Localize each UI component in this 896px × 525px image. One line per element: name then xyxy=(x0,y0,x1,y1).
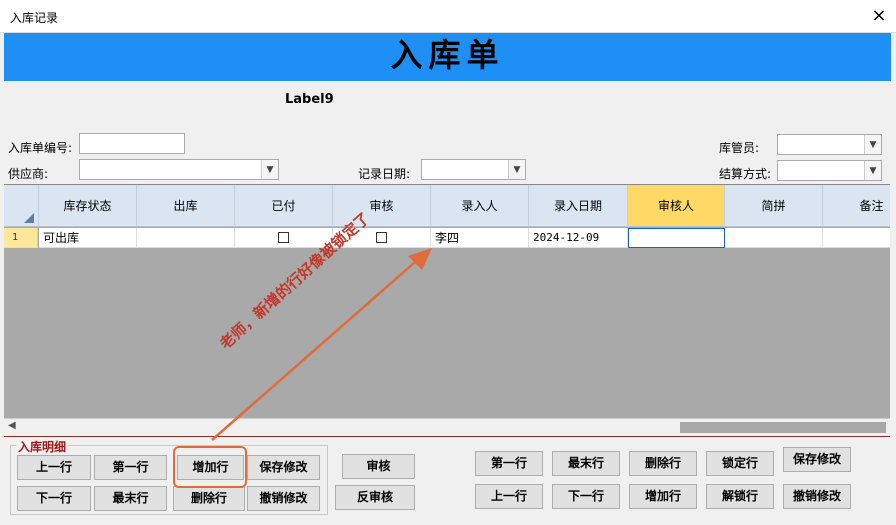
row-header[interactable]: 1 xyxy=(4,228,38,248)
horizontal-scrollbar[interactable]: ◀ xyxy=(4,418,890,436)
prev-row-button[interactable]: 上一行 xyxy=(475,484,543,509)
banner-title: 入库单 xyxy=(390,36,505,74)
cell-entered-by[interactable]: 李四 xyxy=(431,228,529,248)
title-bar: 入库记录 × xyxy=(0,0,896,33)
warehouse-keeper-label: 库管员: xyxy=(719,141,760,155)
col-header-stock-status[interactable]: 库存状态 xyxy=(39,185,137,227)
save-changes-button[interactable]: 保存修改 xyxy=(783,447,851,472)
next-row-button[interactable]: 下一行 xyxy=(552,484,620,509)
col-header-paid[interactable]: 已付 xyxy=(235,185,333,227)
annotation-highlight-box xyxy=(173,446,247,488)
supplier-combo[interactable]: ▼ xyxy=(79,159,279,180)
scroll-left-icon[interactable]: ◀ xyxy=(8,420,16,431)
first-row-button[interactable]: 第一行 xyxy=(475,451,543,476)
detail-next-button[interactable]: 下一行 xyxy=(17,486,91,511)
close-icon[interactable]: × xyxy=(866,4,892,28)
select-all-icon xyxy=(24,213,34,223)
col-header-abbrev[interactable]: 简拼 xyxy=(725,185,823,227)
record-date-combo[interactable]: ▼ xyxy=(421,159,526,180)
col-header-outbound[interactable]: 出库 xyxy=(137,185,235,227)
col-header-entry-date[interactable]: 录入日期 xyxy=(529,185,628,227)
settlement-label: 结算方式: xyxy=(719,167,772,181)
chevron-down-icon[interactable]: ▼ xyxy=(864,135,881,154)
cell-auditor[interactable] xyxy=(628,228,725,248)
divider xyxy=(4,436,890,437)
order-no-input[interactable] xyxy=(79,133,185,154)
detail-first-button[interactable]: 第一行 xyxy=(94,455,167,480)
data-grid[interactable]: 库存状态 出库 已付 审核 录入人 录入日期 审核人 简拼 备注 1 可出库 李… xyxy=(4,184,890,419)
window-title: 入库记录 xyxy=(10,11,59,25)
chevron-down-icon[interactable]: ▼ xyxy=(261,160,278,179)
cell-abbrev[interactable] xyxy=(725,228,823,248)
detail-delete-button[interactable]: 删除行 xyxy=(173,486,245,511)
record-date-label: 记录日期: xyxy=(358,167,411,181)
add-row-button[interactable]: 增加行 xyxy=(629,484,697,509)
cell-stock-status[interactable]: 可出库 xyxy=(39,228,137,248)
warehouse-keeper-combo[interactable]: ▼ xyxy=(777,134,882,155)
chevron-down-icon[interactable]: ▼ xyxy=(508,160,525,179)
banner: 入库单 xyxy=(4,33,891,81)
cell-entry-date[interactable]: 2024-12-09 xyxy=(529,228,628,248)
unlock-row-button[interactable]: 解锁行 xyxy=(706,484,774,509)
col-header-entered-by[interactable]: 录入人 xyxy=(431,185,529,227)
unaudit-button[interactable]: 反审核 xyxy=(335,485,415,510)
col-header-remark[interactable]: 备注 xyxy=(823,185,890,227)
scrollbar-thumb[interactable] xyxy=(680,422,886,433)
audit-button[interactable]: 审核 xyxy=(342,454,415,479)
last-row-button[interactable]: 最末行 xyxy=(552,451,620,476)
detail-group-title: 入库明细 xyxy=(16,438,69,455)
detail-cancel-button[interactable]: 撤销修改 xyxy=(247,486,320,511)
detail-last-button[interactable]: 最末行 xyxy=(94,486,167,511)
chevron-down-icon[interactable]: ▼ xyxy=(864,161,881,180)
cancel-changes-button[interactable]: 撤销修改 xyxy=(783,484,851,509)
order-no-label: 入库单编号: xyxy=(8,141,73,155)
detail-prev-button[interactable]: 上一行 xyxy=(17,455,91,480)
lock-row-button[interactable]: 锁定行 xyxy=(706,451,774,476)
detail-save-button[interactable]: 保存修改 xyxy=(247,455,320,480)
delete-row-button[interactable]: 删除行 xyxy=(629,451,697,476)
col-header-auditor[interactable]: 审核人 xyxy=(628,185,725,227)
settlement-combo[interactable]: ▼ xyxy=(777,160,882,181)
label9: Label9 xyxy=(285,92,334,107)
supplier-label: 供应商: xyxy=(8,167,49,181)
grid-corner[interactable] xyxy=(4,185,39,227)
cell-remark[interactable] xyxy=(823,228,890,248)
